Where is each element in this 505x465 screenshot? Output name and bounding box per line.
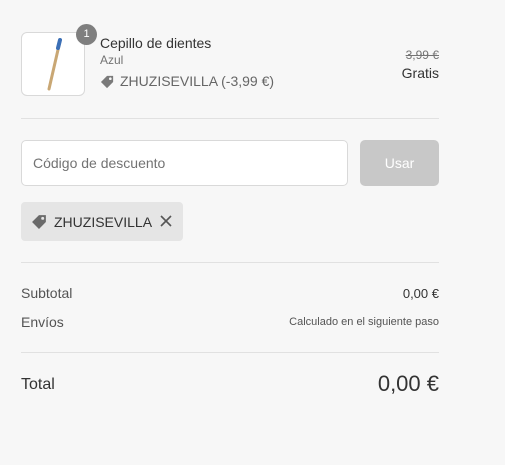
applied-discount-tag: ZHUZISEVILLA [21,202,183,241]
product-name: Cepillo de dientes [100,35,212,51]
product-discount-label: ZHUZISEVILLA (-3,99 €) [120,73,275,89]
shipping-value: Calculado en el siguiente paso [289,316,439,328]
divider [21,352,439,353]
cart-line-item: 1 Cepillo de dientes Azul ZHUZISEVILLA (… [21,24,439,96]
divider [21,118,439,119]
product-discount: ZHUZISEVILLA (-3,99 €) [100,73,274,89]
order-summary: 1 Cepillo de dientes Azul ZHUZISEVILLA (… [0,0,505,465]
total-value: 0,00 € [377,371,439,396]
subtotal-label: Subtotal [21,285,73,301]
close-icon[interactable] [159,214,173,228]
shipping-label: Envíos [21,314,64,330]
subtotal-value: 0,00 € [402,286,439,301]
tag-icon [32,215,46,229]
final-price: Gratis [401,65,439,81]
product-thumbnail: 1 [21,24,97,96]
apply-discount-button[interactable]: Usar [360,140,439,186]
total-label: Total [21,376,55,393]
discount-code-input[interactable] [21,140,348,186]
applied-discount-code: ZHUZISEVILLA [54,213,153,230]
toothbrush-image [47,38,62,91]
divider [21,262,439,263]
original-price: 3,99 € [405,48,439,62]
tag-icon [100,75,114,88]
product-variant: Azul [100,53,124,67]
quantity-badge: 1 [76,24,97,45]
